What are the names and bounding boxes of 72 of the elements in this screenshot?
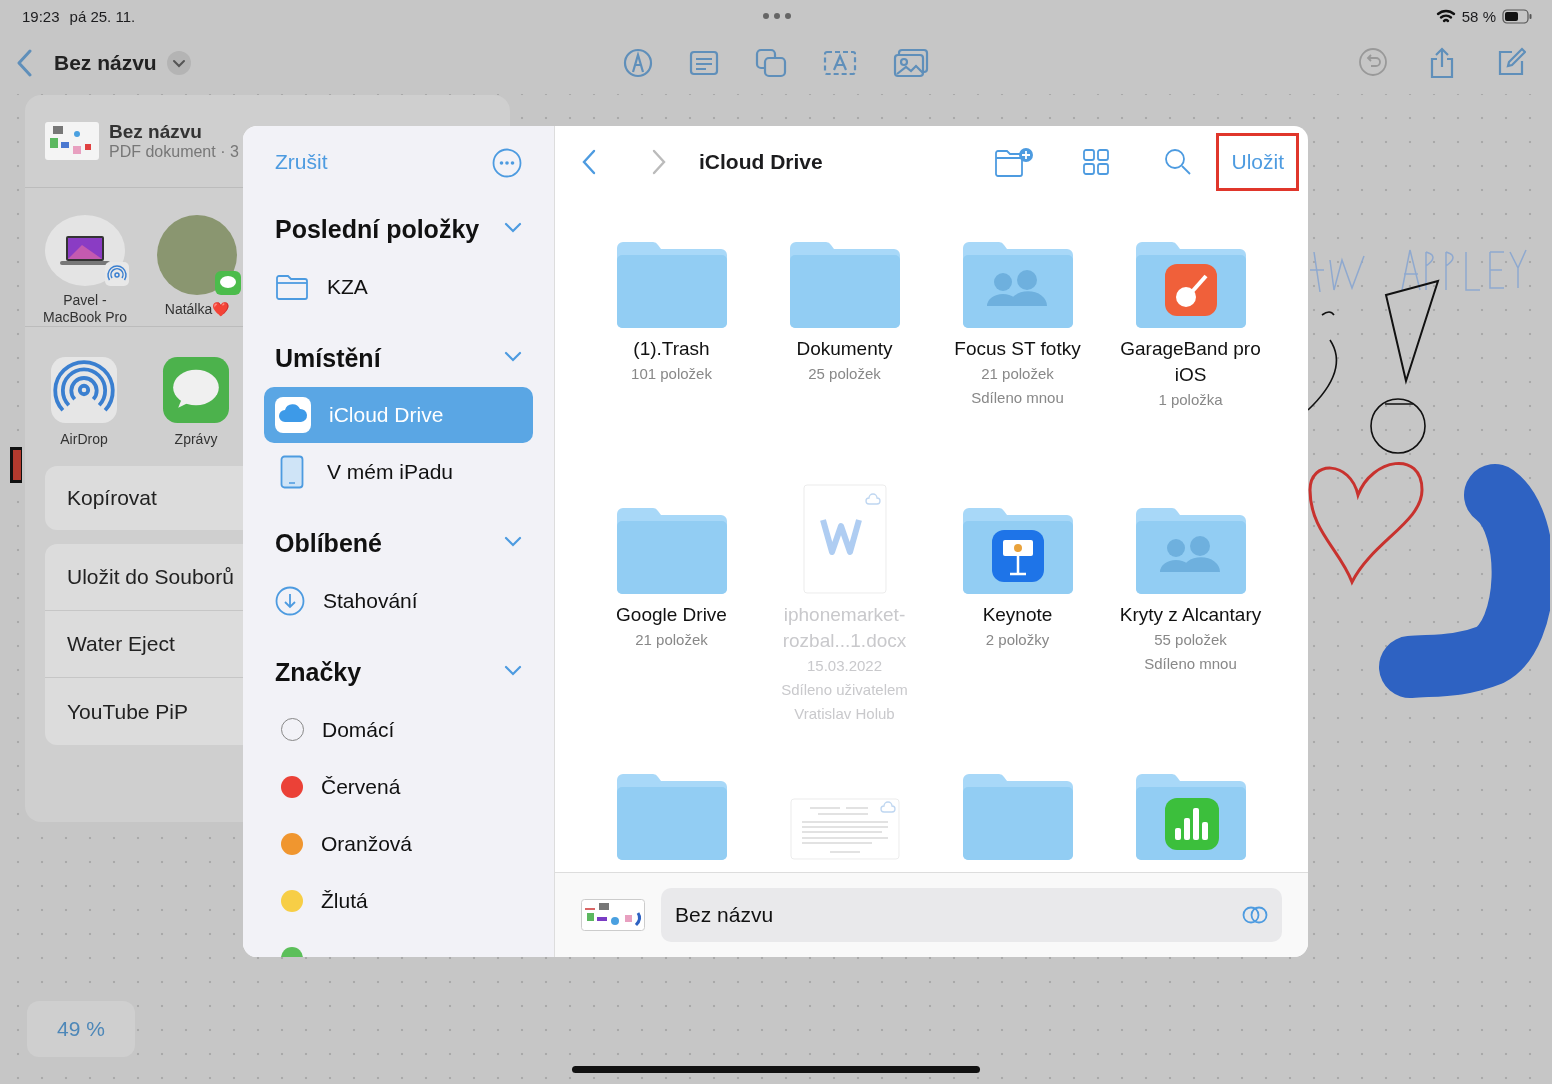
download-icon (275, 585, 305, 616)
battery-icon (1502, 8, 1532, 24)
new-folder-icon[interactable] (994, 147, 1035, 177)
file-details: 21 položek (980, 364, 1055, 384)
chevron-icon[interactable] (504, 351, 522, 363)
document-title[interactable]: Bez názvu (54, 51, 157, 75)
wifi-icon (1435, 8, 1456, 24)
file-name[interactable]: (1).Trash (596, 336, 747, 362)
search-icon[interactable] (1164, 148, 1193, 176)
document-thumbnail (581, 899, 645, 931)
file-name[interactable]: Google Drive (596, 602, 747, 628)
back-chevron-icon[interactable] (16, 49, 34, 77)
stroke-fragment-drawing (10, 447, 22, 483)
sidebar-item[interactable]: V mém iPadu (243, 443, 533, 500)
sidebar-item[interactable]: Červená (243, 758, 533, 815)
text-frame-icon[interactable] (823, 50, 857, 76)
sidebar-item[interactable]: Oranžová (243, 815, 533, 872)
file-details: 1 položka (1157, 390, 1224, 410)
file-name[interactable]: Keynote (942, 602, 1093, 628)
file-name[interactable]: Dokumenty (769, 336, 920, 362)
section-title: Oblíbené (275, 528, 382, 559)
app-name: AirDrop (60, 431, 108, 447)
tags-icon[interactable] (1242, 906, 1268, 924)
app-name: Zprávy (174, 431, 218, 447)
more-icon[interactable] (492, 148, 522, 178)
section-title: Umístění (275, 343, 381, 374)
chevron-icon[interactable] (504, 222, 522, 234)
laptop-icon (60, 234, 110, 267)
file-details: 101 položek (630, 364, 713, 384)
document-info: PDF dokument · 3 (109, 143, 239, 161)
status-time: 19:23 (22, 7, 60, 25)
sidebar-item[interactable]: KZA (243, 258, 533, 315)
text-box-icon[interactable] (689, 50, 719, 76)
file-name[interactable]: GarageBand pro iOS (1115, 336, 1266, 388)
cloud-icon (275, 397, 311, 433)
chevron-icon[interactable] (504, 536, 522, 548)
file-name[interactable]: Focus ST fotky (942, 336, 1093, 362)
sidebar-item[interactable]: Stahování (243, 572, 533, 629)
sidebar-item[interactable]: Žlutá (243, 872, 533, 929)
airdrop-badge-icon (105, 262, 129, 286)
file-details: Sdíleno mnou (1143, 654, 1238, 674)
back-chevron-icon[interactable] (581, 149, 597, 175)
battery-percent: 58 % (1461, 7, 1496, 25)
file-details: Sdíleno mnou (970, 388, 1065, 408)
multitask-dots-icon (762, 12, 792, 20)
contact-name: Natálka❤ (163, 301, 231, 318)
status-date: pá 25. 11. (69, 7, 136, 25)
file-details: 21 položek (634, 630, 709, 650)
sidebar-item[interactable]: Domácí (243, 701, 533, 758)
share-icon[interactable] (1428, 47, 1456, 79)
folder-title: iCloud Drive (699, 150, 824, 174)
grid-view-icon[interactable] (1082, 148, 1111, 176)
file-details: 2 položky (984, 630, 1051, 650)
section-title: Značky (275, 657, 362, 688)
photo-icon[interactable] (893, 48, 929, 78)
dropdown-chevron-icon[interactable] (166, 51, 191, 75)
compose-icon[interactable] (1496, 47, 1526, 77)
filename-field[interactable]: Bez názvu (661, 888, 1282, 942)
pen-tool-icon[interactable] (623, 48, 653, 78)
file-name[interactable]: Kryty z Alcantary (1115, 602, 1266, 628)
message-badge-icon (215, 271, 241, 295)
shapes-icon[interactable] (755, 48, 787, 78)
file-details: 25 položek (807, 364, 882, 384)
document-thumbnail (45, 122, 99, 160)
folder-icon (275, 273, 309, 300)
contact-name: Pavel - MacBook Pro (41, 292, 128, 326)
forward-chevron-icon[interactable] (651, 149, 667, 175)
tablet-icon (280, 454, 304, 489)
chevron-icon[interactable] (504, 665, 522, 677)
document-name: Bez názvu (109, 121, 203, 143)
file-details: 55 položek (1153, 630, 1228, 650)
section-title: Poslední položky (275, 214, 480, 245)
